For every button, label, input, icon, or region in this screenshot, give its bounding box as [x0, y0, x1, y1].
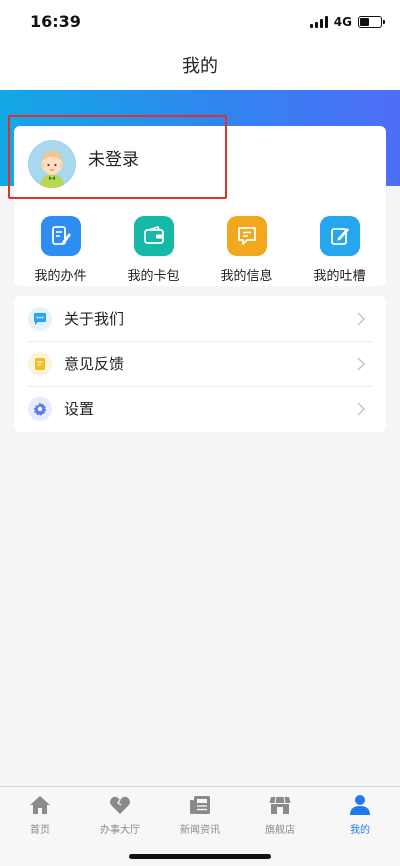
- battery-icon: [358, 16, 385, 28]
- home-icon: [28, 793, 52, 817]
- quick-action-my-applications[interactable]: 我的办件: [14, 216, 107, 284]
- quick-action-label: 我的信息: [220, 269, 273, 284]
- status-time: 16:39: [30, 12, 81, 31]
- settings-menu: 关于我们 意见反馈 设置: [14, 296, 386, 432]
- wallet-icon: [133, 216, 174, 256]
- tab-label: 新闻资讯: [180, 825, 220, 836]
- note-icon: [28, 351, 52, 376]
- tab-mine[interactable]: 我的: [320, 787, 400, 837]
- quick-actions: 我的办件 我的卡包 我的信息 我的吐槽: [14, 216, 386, 284]
- store-icon: [268, 793, 292, 817]
- tab-news[interactable]: 新闻资讯: [160, 787, 240, 837]
- battery-level: [360, 18, 369, 26]
- status-indicators: 4G: [309, 15, 385, 29]
- quick-action-my-info[interactable]: 我的信息: [200, 216, 293, 284]
- menu-item-label: 意见反馈: [64, 355, 125, 373]
- chevron-right-icon: [357, 357, 366, 371]
- nav-bar: 我的: [0, 44, 400, 90]
- edit-icon: [319, 216, 360, 256]
- tab-bar: 首页 办事大厅 新闻资讯 旗舰店 我的: [0, 786, 400, 866]
- tab-label: 我的: [350, 825, 370, 836]
- menu-item-settings[interactable]: 设置: [14, 386, 386, 431]
- menu-item-label: 设置: [64, 400, 95, 418]
- menu-item-feedback[interactable]: 意见反馈: [14, 341, 386, 386]
- heart-icon: [108, 793, 132, 817]
- document-edit-icon: [40, 216, 81, 256]
- quick-action-label: 我的办件: [34, 269, 87, 284]
- chevron-right-icon: [357, 312, 366, 326]
- page-title: 我的: [182, 56, 218, 77]
- tab-home[interactable]: 首页: [0, 787, 80, 837]
- cellular-signal-icon: [309, 16, 328, 28]
- quick-action-label: 我的卡包: [127, 269, 180, 284]
- home-indicator: [129, 854, 271, 859]
- menu-item-label: 关于我们: [64, 310, 125, 328]
- quick-action-my-cards[interactable]: 我的卡包: [107, 216, 200, 284]
- tab-label: 办事大厅: [100, 825, 140, 836]
- status-bar: 16:39 4G: [0, 0, 400, 44]
- quick-action-my-complaints[interactable]: 我的吐槽: [293, 216, 386, 284]
- tab-label: 旗舰店: [265, 825, 295, 836]
- tab-label: 首页: [30, 825, 50, 836]
- message-icon: [226, 216, 267, 256]
- chevron-right-icon: [357, 402, 366, 416]
- person-icon: [348, 793, 372, 817]
- quick-action-label: 我的吐槽: [313, 269, 366, 284]
- tab-flagship-store[interactable]: 旗舰店: [240, 787, 320, 837]
- chat-bubble-icon: [28, 306, 52, 331]
- gear-icon: [28, 396, 52, 421]
- tab-service-hall[interactable]: 办事大厅: [80, 787, 160, 837]
- news-icon: [188, 793, 212, 817]
- menu-item-about-us[interactable]: 关于我们: [14, 296, 386, 341]
- network-type: 4G: [333, 15, 352, 29]
- login-highlight-frame: [8, 115, 227, 199]
